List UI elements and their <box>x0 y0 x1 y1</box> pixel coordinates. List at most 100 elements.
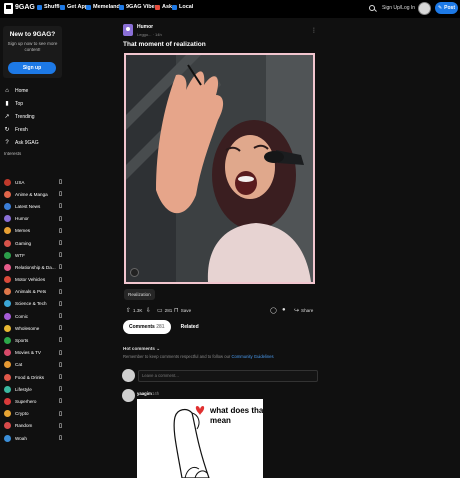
pin-icon[interactable] <box>59 337 62 343</box>
post-button[interactable]: ✎ Post <box>435 2 458 14</box>
shuffle-icon <box>37 4 42 10</box>
nav-local[interactable]: Local <box>172 4 193 10</box>
comment-icon: ▭ <box>157 308 163 314</box>
pin-icon[interactable] <box>59 313 62 319</box>
pin-icon[interactable] <box>59 288 62 294</box>
signin-link[interactable]: Sign Up/Log In <box>382 5 415 11</box>
promo-title: New to 9GAG? <box>9 31 56 38</box>
tab-comments[interactable]: Comments 281 <box>123 320 171 334</box>
sidebar-interest-item[interactable]: Crypto <box>4 408 62 420</box>
interest-label: Motor Vehicles <box>15 277 46 283</box>
sidebar-interest-item[interactable]: USA <box>4 176 62 188</box>
sidebar-interest-item[interactable]: Anime & Manga <box>4 188 62 200</box>
pin-icon[interactable] <box>59 276 62 282</box>
save-button[interactable]: ⊓ Save <box>174 307 191 314</box>
comment-time: 14h <box>152 391 160 396</box>
section-icon[interactable] <box>123 24 133 36</box>
nav-shuffle[interactable]: Shuffle <box>37 4 63 10</box>
pin-icon[interactable] <box>59 252 62 258</box>
pin-icon[interactable] <box>59 203 62 209</box>
sidebar-item-top[interactable]: ▮ Top <box>4 97 39 110</box>
sidebar-interest-item[interactable]: Sports <box>4 334 62 346</box>
search-icon[interactable] <box>369 5 375 11</box>
avatar <box>122 369 135 382</box>
interest-label: Movies & TV <box>15 350 41 356</box>
sidebar-interest-item[interactable]: Lifestyle <box>4 383 62 395</box>
nav-memeland[interactable]: Memeland <box>86 4 120 10</box>
tab-related[interactable]: Related <box>175 320 205 334</box>
share-button[interactable]: ↪ Share <box>294 307 313 314</box>
vibes-icon <box>119 4 124 10</box>
pin-icon[interactable] <box>59 179 62 184</box>
interest-label: Latest News <box>15 203 41 209</box>
sidebar-item-home[interactable]: ⌂ Home <box>4 84 39 97</box>
interest-label: Food & Drinks <box>15 374 45 380</box>
sidebar-interest-item[interactable]: Humor <box>4 213 62 225</box>
9gag-logo-icon[interactable] <box>4 3 13 14</box>
nav-9gag-vibes[interactable]: 9GAG Vibes <box>119 4 158 10</box>
pin-icon[interactable] <box>59 386 62 392</box>
pin-icon[interactable] <box>59 227 62 233</box>
pin-icon[interactable] <box>59 361 62 367</box>
pin-icon[interactable] <box>59 300 62 306</box>
sidebar-interest-item[interactable]: WTF <box>4 249 62 261</box>
more-options-icon[interactable]: ⋮ <box>311 27 317 34</box>
pin-icon[interactable] <box>59 264 62 270</box>
whatsapp-share-button[interactable]: ◯ <box>270 307 277 314</box>
sidebar-item-fresh[interactable]: ↻ Fresh <box>4 123 39 136</box>
interest-label: Animals & Pets <box>15 289 47 295</box>
sidebar-interest-item[interactable]: Motor Vehicles <box>4 274 62 286</box>
comments-button[interactable]: ▭ 281 <box>157 307 172 314</box>
nav-get-app[interactable]: Get App <box>60 4 88 10</box>
pin-icon[interactable] <box>59 422 62 428</box>
comment-username[interactable]: yaagim <box>137 391 152 396</box>
pin-icon[interactable] <box>59 434 62 440</box>
pin-icon[interactable] <box>59 239 62 245</box>
nav-ask[interactable]: Ask <box>155 4 172 10</box>
signup-button[interactable]: Sign up <box>8 62 56 74</box>
pin-icon[interactable] <box>59 191 62 197</box>
sidebar-interest-item[interactable]: Cat <box>4 359 62 371</box>
messenger-share-button[interactable]: ● <box>282 307 286 313</box>
comment-image[interactable]: what does that mean <box>137 399 263 478</box>
sidebar-interest-item[interactable]: Animals & Pets <box>4 286 62 298</box>
comment-sort[interactable]: Hot comments ⌄ <box>123 346 160 352</box>
pin-icon[interactable] <box>59 398 62 404</box>
pin-icon[interactable] <box>59 325 62 331</box>
post-tag[interactable]: Realization <box>124 289 155 300</box>
sidebar-interest-item[interactable]: Wholesome <box>4 322 62 334</box>
pin-icon[interactable] <box>59 410 62 416</box>
sidebar-interest-item[interactable]: Woah <box>4 432 62 444</box>
sidebar-interest-item[interactable]: Random <box>4 420 62 432</box>
sidebar-interest-item[interactable]: Relationship & Da... <box>4 261 62 273</box>
post-video[interactable] <box>124 53 315 284</box>
share-icon: ↪ <box>294 308 300 314</box>
downvote-button[interactable]: ⇩ <box>146 307 151 314</box>
mute-icon[interactable] <box>130 268 139 277</box>
sidebar-interest-item[interactable]: Gaming <box>4 237 62 249</box>
sidebar-item-trending[interactable]: ↗ Trending <box>4 110 39 123</box>
sidebar-interest-item[interactable]: Movies & TV <box>4 347 62 359</box>
interest-icon <box>4 349 11 357</box>
pin-icon[interactable] <box>59 374 62 379</box>
avatar[interactable] <box>418 2 431 15</box>
section-name[interactable]: Humor <box>137 24 153 30</box>
ask-icon: ? <box>5 139 9 146</box>
local-icon <box>172 4 177 10</box>
brand-name[interactable]: 9GAG <box>15 4 35 11</box>
pin-icon[interactable] <box>59 215 62 221</box>
sidebar-interest-item[interactable]: Comic <box>4 310 62 322</box>
interest-icon <box>4 251 11 259</box>
sidebar-interest-item[interactable]: Science & Tech <box>4 298 62 310</box>
guidelines-link[interactable]: Community Guidelines <box>231 354 273 359</box>
sidebar-item-ask[interactable]: ? Ask 9GAG <box>4 136 38 149</box>
sidebar-interest-item[interactable]: Superhero <box>4 395 62 407</box>
whatsapp-icon: ◯ <box>270 308 277 314</box>
sidebar-interest-item[interactable]: Latest News <box>4 200 62 212</box>
sidebar-interest-item[interactable]: Food & Drinks <box>4 371 62 383</box>
comment-avatar[interactable] <box>122 389 135 402</box>
upvote-button[interactable]: ⇧ 1.3K <box>126 307 142 314</box>
comment-input[interactable]: Leave a comment... <box>138 370 318 382</box>
pin-icon[interactable] <box>59 349 62 355</box>
sidebar-interest-item[interactable]: Memes <box>4 225 62 237</box>
